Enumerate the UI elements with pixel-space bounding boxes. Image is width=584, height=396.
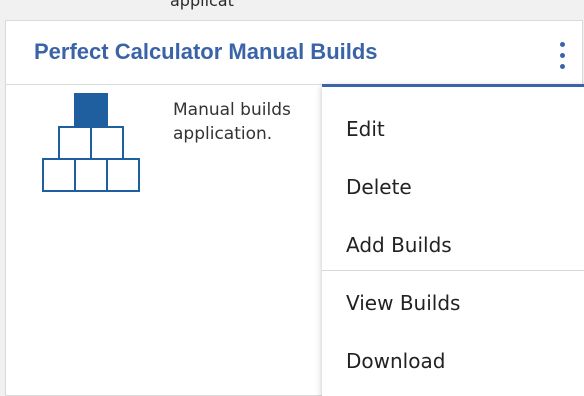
top-strip: applicat [0, 0, 584, 10]
partial-text: applicat [170, 0, 234, 10]
card-description: Manual builds application. [173, 100, 291, 144]
menu-item-view-builds[interactable]: View Builds [322, 275, 584, 331]
builds-pyramid-icon [42, 93, 140, 192]
kebab-dot [559, 63, 565, 69]
menu-item-delete[interactable]: Delete [322, 159, 584, 215]
menu-item-add-builds[interactable]: Add Builds [322, 217, 584, 273]
card-title[interactable]: Perfect Calculator Manual Builds [34, 39, 378, 65]
menu-item-edit[interactable]: Edit [322, 101, 584, 157]
kebab-dot [559, 41, 565, 47]
menu-item-download[interactable]: Download [322, 333, 584, 389]
card-header: Perfect Calculator Manual Builds [6, 21, 582, 85]
overflow-menu: Edit Delete Add Builds View Builds Downl… [322, 84, 584, 396]
kebab-menu-icon[interactable] [548, 31, 576, 79]
kebab-dot [559, 52, 565, 58]
menu-divider [322, 270, 584, 271]
